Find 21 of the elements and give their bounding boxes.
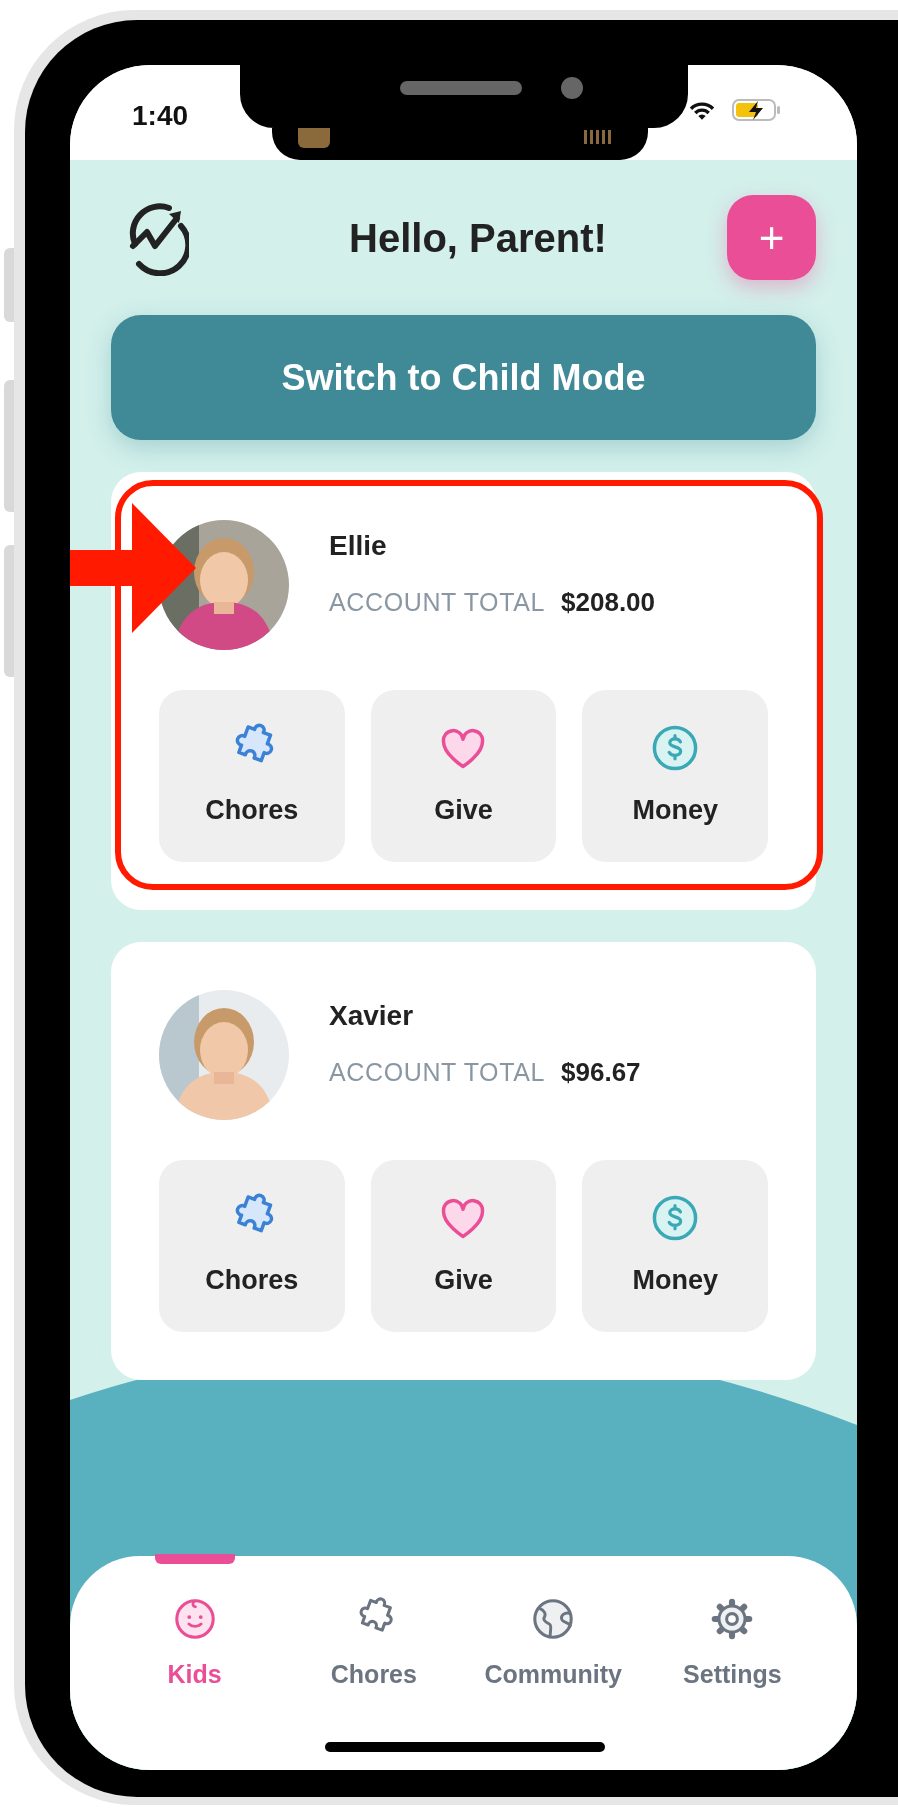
tab[interactable]: Kids: [105, 1556, 285, 1770]
page-title: Hello, Parent!: [349, 214, 607, 262]
action-tile[interactable]: Give: [370, 690, 557, 862]
battery-charging-icon: [732, 98, 782, 122]
action-tile[interactable]: Money: [582, 690, 768, 862]
action-tile[interactable]: Chores: [159, 690, 345, 862]
account-total-label: ACCOUNT TOTAL: [329, 1056, 546, 1088]
status-time: 1:40: [132, 99, 189, 133]
account-total-label: ACCOUNT TOTAL: [329, 586, 546, 618]
wifi-icon: [687, 99, 717, 121]
kid-name: Xavier: [329, 998, 415, 1033]
switch-mode-button[interactable]: Switch to Child Mode: [111, 315, 816, 440]
add-button[interactable]: +: [727, 195, 816, 280]
kid-name: Ellie: [329, 528, 388, 563]
action-tile[interactable]: Give: [370, 1160, 557, 1332]
action-tile[interactable]: Money: [582, 1160, 768, 1332]
tab[interactable]: Settings: [642, 1556, 822, 1770]
action-tile[interactable]: Chores: [159, 1160, 345, 1332]
account-total: $96.67: [561, 1055, 641, 1089]
account-total: $208.00: [561, 585, 656, 619]
tab[interactable]: Chores: [284, 1556, 464, 1770]
